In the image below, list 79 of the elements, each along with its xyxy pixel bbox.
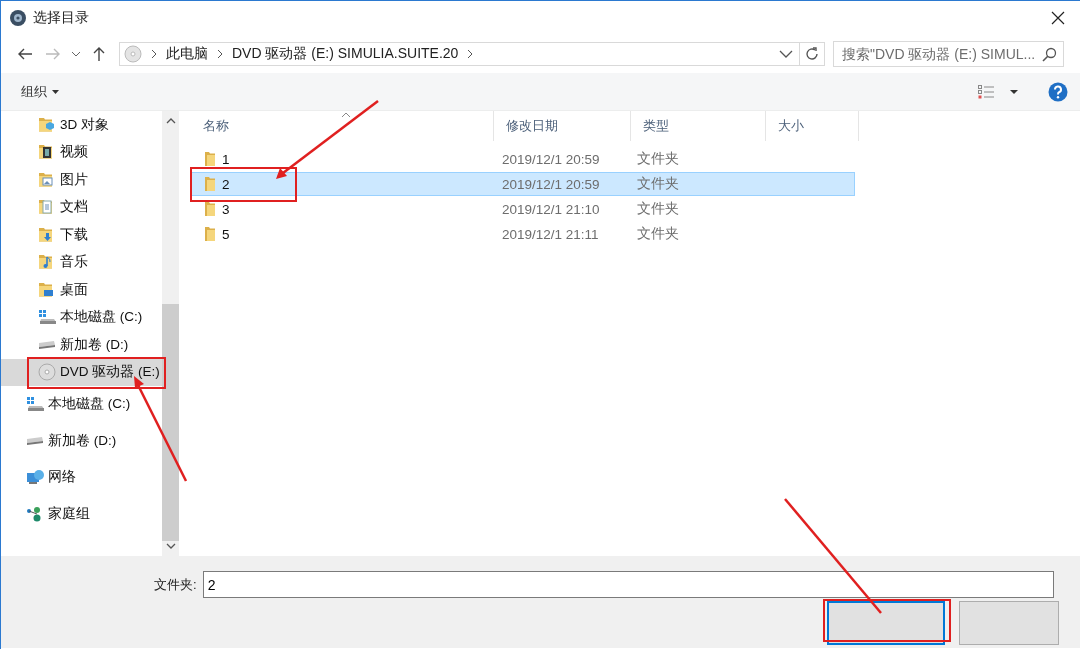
objects-folder-icon xyxy=(38,115,56,134)
folder-icon xyxy=(204,176,216,192)
address-bar[interactable]: 此电脑 DVD 驱动器 (E:) SIMULIA.SUITE.20 xyxy=(119,42,825,66)
confirm-button[interactable] xyxy=(827,601,945,645)
column-header[interactable]: 大小 xyxy=(766,111,859,141)
drive-icon xyxy=(39,340,55,349)
sidebar-item[interactable]: 本地磁盘 (C:) xyxy=(1,386,162,423)
sidebar-item[interactable]: DVD 驱动器 (E:) xyxy=(1,358,162,386)
up-icon xyxy=(91,46,107,62)
drive-icon xyxy=(27,436,43,445)
chevron-icon xyxy=(466,49,475,59)
sidebar-item[interactable]: 下载 xyxy=(1,221,162,249)
sidebar-item[interactable]: 桌面 xyxy=(1,276,162,304)
folder-field[interactable]: 2 xyxy=(202,571,1054,598)
back-icon xyxy=(17,46,33,62)
app-icon xyxy=(9,9,27,27)
pictures-folder-icon xyxy=(38,170,56,189)
help-icon xyxy=(1048,81,1068,102)
folder-icon xyxy=(204,226,216,242)
sidebar-item[interactable]: 新加卷 (D:) xyxy=(1,331,162,359)
sidebar-item[interactable]: 视频 xyxy=(1,138,162,166)
file-row[interactable]: 1 2019/12/1 20:59 文件夹 xyxy=(191,147,855,171)
scrollbar[interactable] xyxy=(162,111,179,556)
window-title: 选择目录 xyxy=(33,9,90,27)
sidebar-item[interactable]: 3D 对象 xyxy=(1,111,162,139)
sidebar-item[interactable]: 网络 xyxy=(1,459,162,496)
desktop-folder-icon xyxy=(38,280,56,299)
forward-icon xyxy=(45,46,61,62)
sidebar-item[interactable]: 本地磁盘 (C:) xyxy=(1,303,162,331)
recent-icon xyxy=(71,50,81,58)
chevron-icon xyxy=(150,49,158,59)
disc-icon xyxy=(124,45,142,63)
file-row[interactable]: 5 2019/12/1 21:11 文件夹 xyxy=(191,222,855,246)
folder-label: 文件夹: xyxy=(154,575,197,594)
sidebar-item[interactable]: 文档 xyxy=(1,193,162,221)
date-cell-text: 2019/12/1 20:59 xyxy=(501,176,601,192)
caret-icon xyxy=(52,89,59,94)
breadcrumb[interactable]: DVD 驱动器 (E:) SIMULIA.SUITE.20 xyxy=(232,45,459,63)
refresh-icon xyxy=(804,46,820,62)
type-cell-text: 文件夹 xyxy=(636,200,680,218)
folder-icon xyxy=(204,201,216,217)
view-button[interactable] xyxy=(978,84,1018,99)
type-cell-text: 文件夹 xyxy=(636,150,680,168)
search-field[interactable]: 搜索"DVD 驱动器 (E:) SIMUL... xyxy=(833,41,1064,67)
file-name: 1 xyxy=(222,151,230,167)
caret-icon xyxy=(1010,89,1018,94)
date-cell-text: 2019/12/1 21:10 xyxy=(501,201,601,217)
sidebar-item[interactable]: 新加卷 (D:) xyxy=(1,422,162,459)
date-cell-text: 2019/12/1 20:59 xyxy=(501,151,601,167)
scroll-up-icon xyxy=(165,117,176,125)
date-cell-text: 2019/12/1 21:11 xyxy=(501,226,600,242)
sidebar-item[interactable]: 图片 xyxy=(1,166,162,194)
drive-icon xyxy=(26,395,44,414)
sidebar-item[interactable]: 家庭组 xyxy=(1,495,162,532)
file-row[interactable]: 2 2019/12/1 20:59 文件夹 xyxy=(191,172,855,196)
folder-icon xyxy=(204,151,216,167)
column-header[interactable]: 修改日期 xyxy=(494,111,631,141)
chevron-icon xyxy=(216,49,224,59)
close-icon xyxy=(1050,10,1066,26)
file-name: 3 xyxy=(222,201,230,217)
type-cell-text: 文件夹 xyxy=(636,225,680,243)
sidebar-item[interactable]: 音乐 xyxy=(1,248,162,276)
file-row[interactable]: 3 2019/12/1 21:10 文件夹 xyxy=(191,197,855,221)
column-header[interactable]: 名称 xyxy=(191,111,494,141)
dropdown-icon xyxy=(779,50,793,58)
organize-menu[interactable]: 组织 xyxy=(21,82,59,101)
network-icon xyxy=(26,468,44,487)
scroll-down-icon xyxy=(165,542,176,550)
details-view-icon xyxy=(978,84,994,99)
disc-icon xyxy=(38,363,56,382)
breadcrumb[interactable]: 此电脑 xyxy=(166,45,208,63)
help-button[interactable] xyxy=(1048,81,1068,102)
sort-caret-icon xyxy=(341,112,351,118)
drive-icon xyxy=(38,308,56,327)
column-header[interactable]: 类型 xyxy=(631,111,766,141)
type-cell-text: 文件夹 xyxy=(636,175,680,193)
file-name: 2 xyxy=(222,176,230,192)
file-name: 5 xyxy=(222,226,230,242)
search-icon xyxy=(1042,46,1057,62)
